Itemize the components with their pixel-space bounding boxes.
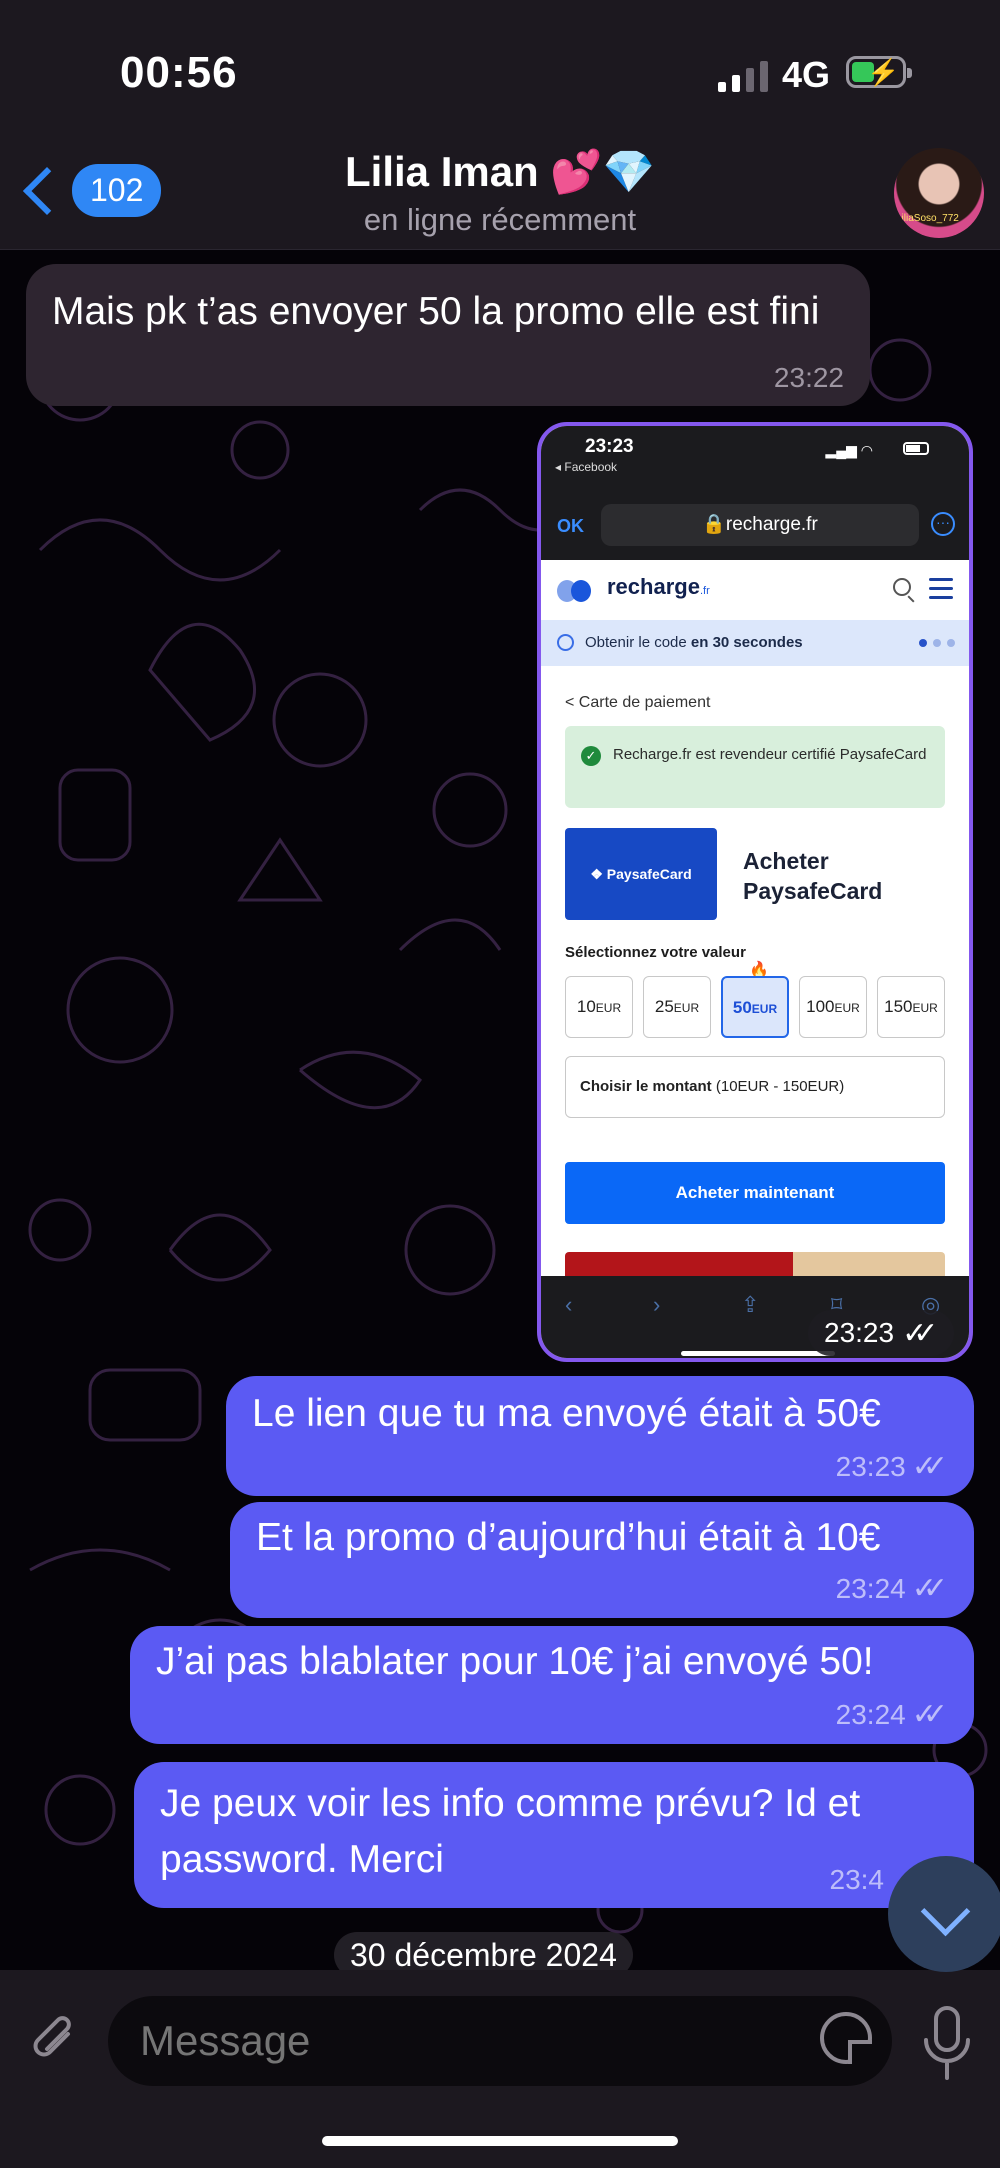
- attach-icon[interactable]: [28, 2014, 80, 2066]
- avatar-tag: LiliaSoso_772: [896, 213, 959, 224]
- date-separator: 30 décembre 2024: [334, 1932, 633, 1970]
- shot-logo: recharge.fr: [607, 574, 710, 599]
- image-message[interactable]: 23:23 ◂ Facebook ▂▄▆ ◠ OK 🔒recharge.fr ·…: [537, 422, 973, 1362]
- shot-browser-top: 23:23 ◂ Facebook ▂▄▆ ◠ OK 🔒recharge.fr ·…: [541, 426, 969, 560]
- message-text: J’ai pas blablater pour 10€ j’ai envoyé …: [156, 1640, 874, 1683]
- shot-logo-icon: [557, 580, 601, 602]
- shot-back-app: ◂ Facebook: [555, 460, 618, 474]
- shot-signal-icon: ▂▄▆ ◠: [825, 442, 873, 458]
- mic-icon[interactable]: [922, 2006, 972, 2082]
- double-check-icon: ✓✓: [911, 1698, 948, 1731]
- shot-back-link: < Carte de paiement: [565, 694, 711, 711]
- message-text: Le lien que tu ma envoyé était à 50€: [252, 1392, 881, 1435]
- message-time: 23:23 ✓✓: [835, 1450, 949, 1483]
- top-bar: 00:56 4G ⚡ 102 Lilia Iman 💕💎 en ligne ré…: [0, 0, 1000, 250]
- shot-select-label: Sélectionnez votre valeur: [565, 944, 746, 961]
- shot-battery-icon: [903, 442, 929, 455]
- scroll-down-icon[interactable]: [888, 1856, 1000, 1972]
- signal-icon: [718, 60, 768, 92]
- shot-cert-notice: ✓ Recharge.fr est revendeur certifié Pay…: [565, 726, 945, 808]
- sticker-icon[interactable]: [820, 2012, 872, 2064]
- double-check-icon: ✓✓: [911, 1450, 948, 1483]
- shot-amount-option: 25EUR: [643, 976, 711, 1038]
- status-time: 00:56: [120, 48, 238, 97]
- search-icon: [893, 578, 911, 596]
- shot-amount-option: 100EUR: [799, 976, 867, 1038]
- shot-back-icon: ‹: [565, 1292, 573, 1317]
- message-bubble-outgoing[interactable]: Et la promo d’aujourd’hui était à 10€ 23…: [230, 1502, 974, 1618]
- battery-icon: ⚡: [846, 56, 912, 88]
- shot-ok: OK: [557, 516, 584, 536]
- shot-more-icon: ···: [931, 512, 955, 536]
- image-time-badge: 23:23 ✓✓: [808, 1310, 955, 1356]
- shot-product-title: Acheter PaysafeCard: [743, 848, 883, 904]
- shot-card-image: ❖ PaysafeCard: [565, 828, 717, 920]
- shot-url: 🔒recharge.fr: [601, 504, 919, 546]
- double-check-icon: ✓✓: [902, 1316, 938, 1350]
- network-label: 4G: [782, 54, 831, 95]
- shot-amount-option: 50EUR: [721, 976, 789, 1038]
- shot-amount-option: 10EUR: [565, 976, 633, 1038]
- message-time: 23:22: [773, 362, 844, 393]
- message-input[interactable]: [108, 1996, 892, 2086]
- shot-banner: Obtenir le code en 30 secondes: [541, 620, 969, 666]
- message-time: 23:24 ✓✓: [835, 1572, 949, 1605]
- chat-subtitle: en ligne récemment: [363, 202, 637, 237]
- shot-home-indicator: [681, 1351, 835, 1356]
- chat-area[interactable]: Mais pk t’as envoyer 50 la promo elle es…: [0, 250, 1000, 1970]
- message-bubble-outgoing[interactable]: J’ai pas blablater pour 10€ j’ai envoyé …: [130, 1626, 974, 1744]
- avatar[interactable]: LiliaSoso_772: [894, 148, 984, 238]
- message-text: Et la promo d’aujourd’hui était à 10€: [256, 1516, 881, 1559]
- message-time: 23:24 ✓✓: [835, 1698, 949, 1731]
- shot-forward-icon: ›: [653, 1292, 661, 1317]
- shot-amount-option: 150EUR: [877, 976, 945, 1038]
- chat-title[interactable]: Lilia Iman 💕💎: [0, 148, 1000, 197]
- message-bubble-incoming[interactable]: Mais pk t’as envoyer 50 la promo elle es…: [26, 264, 870, 406]
- double-check-icon: ✓✓: [911, 1572, 948, 1605]
- message-bubble-outgoing[interactable]: Le lien que tu ma envoyé était à 50€ 23:…: [226, 1376, 974, 1496]
- shot-custom-amount: Choisir le montant (10EUR - 150EUR): [565, 1056, 945, 1118]
- message-text: Mais pk t’as envoyer 50 la promo elle es…: [52, 290, 820, 333]
- shot-status-time: 23:23: [585, 436, 634, 457]
- shot-site-nav: recharge.fr: [541, 560, 969, 620]
- message-bubble-outgoing[interactable]: Je peux voir les info comme prévu? Id et…: [134, 1762, 974, 1908]
- shot-share-icon: ⇪: [741, 1292, 760, 1317]
- clock-icon: [557, 634, 574, 651]
- home-indicator: [322, 2136, 678, 2146]
- shot-dots: [919, 639, 955, 647]
- shot-buy-button: Acheter maintenant: [565, 1162, 945, 1224]
- shot-amount-options: 10EUR 25EUR 50EUR 100EUR 150EUR: [565, 976, 945, 1038]
- message-time: 23:4: [829, 1864, 885, 1895]
- check-circle-icon: ✓: [581, 746, 601, 766]
- menu-icon: [929, 578, 953, 605]
